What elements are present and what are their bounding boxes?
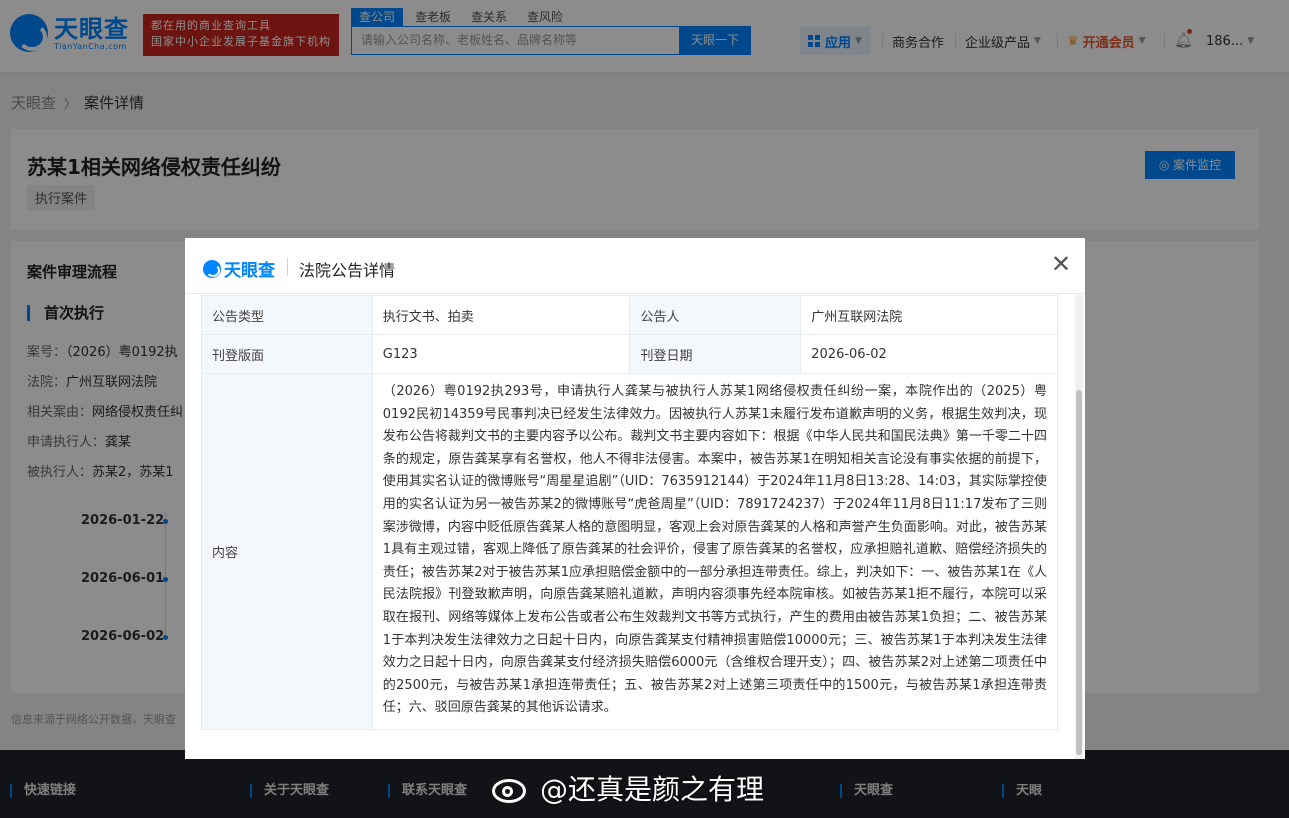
logo-eye-icon [203,259,221,278]
weibo-icon [488,771,532,805]
modal-logo-text: 天眼查 [224,261,275,281]
table-row: 公告类型 执行文书、拍卖 公告人 广州互联网法院 [201,295,1058,335]
table-row: 刊登版面 G123 刊登日期 2026-06-02 [201,334,1058,374]
modal-title: 法院公告详情 [299,261,396,280]
watermark-text: @还真是颜之有理 [540,773,765,806]
announcer-label: 公告人 [629,295,802,335]
notice-type-value: 执行文书、拍卖 [371,295,631,335]
page-label: 刊登版面 [201,334,373,374]
content-label: 内容 [201,373,373,730]
publish-date-label: 刊登日期 [629,334,802,374]
modal-body: 公告类型 执行文书、拍卖 公告人 广州互联网法院 刊登版面 G123 刊登日期 … [201,295,1058,745]
weibo-watermark: @还真是颜之有理 [488,768,764,808]
content-value: （2026）粤0192执293号，申请执行人龚某与被执行人苏某1网络侵权责任纠纷… [371,373,1058,730]
divider [287,258,288,276]
close-icon[interactable]: ✕ [1049,252,1073,276]
table-row: 内容 （2026）粤0192执293号，申请执行人龚某与被执行人苏某1网络侵权责… [201,373,1058,730]
publish-date-value: 2026-06-02 [800,334,1058,374]
page-value: G123 [371,334,631,374]
modal-header: 天眼查 法院公告详情 ✕ [185,238,1085,294]
notice-detail-table: 公告类型 执行文书、拍卖 公告人 广州互联网法院 刊登版面 G123 刊登日期 … [201,295,1058,730]
announcer-value: 广州互联网法院 [800,295,1058,335]
modal-logo: 天眼查 [203,256,275,281]
court-notice-modal: 天眼查 法院公告详情 ✕ 公告类型 执行文书、拍卖 公告人 广州互联网法院 刊登… [185,238,1085,759]
modal-scroll-thumb[interactable] [1076,390,1082,755]
notice-type-label: 公告类型 [201,295,373,335]
